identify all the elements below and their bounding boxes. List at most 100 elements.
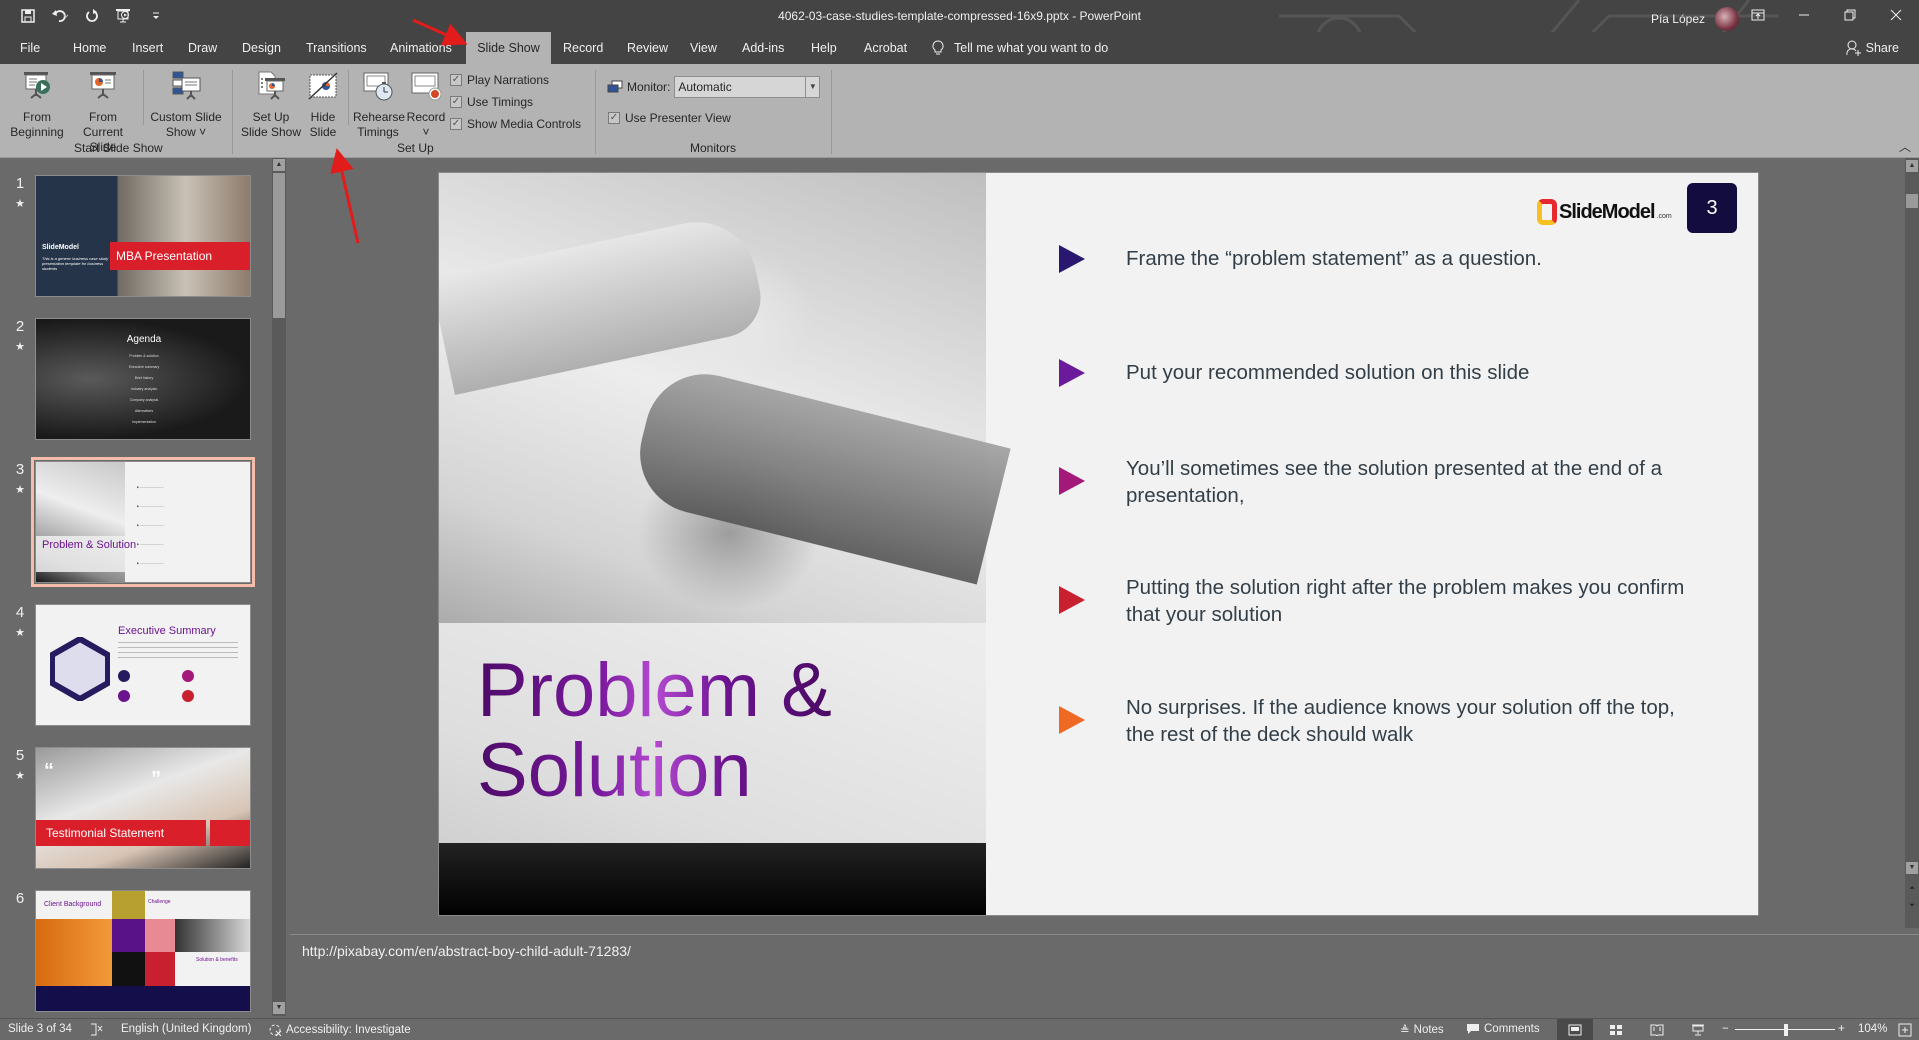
checkbox-checked-icon: ✓ xyxy=(608,112,620,124)
use-timings-checkbox[interactable]: ✓ Use Timings xyxy=(450,95,533,109)
custom-slide-show-icon xyxy=(172,71,201,100)
thumb-title: Problem & Solution xyxy=(42,539,137,551)
show-media-controls-label: Show Media Controls xyxy=(467,117,582,131)
thumbnails-scrollbar[interactable]: ▲ ▼ xyxy=(272,158,286,1016)
rehearse-timings-button[interactable]: Rehearse Timings xyxy=(353,70,405,140)
tab-review[interactable]: Review xyxy=(617,32,678,64)
redo-icon[interactable] xyxy=(82,6,102,26)
from-beginning-button[interactable]: From Beginning xyxy=(8,70,66,140)
slide-title[interactable]: Problem & Solution xyxy=(477,651,832,811)
customize-qat-icon[interactable] xyxy=(146,6,166,26)
custom-slide-show-button[interactable]: Custom Slide Show ˅ xyxy=(150,70,222,140)
slide-thumbnail-4[interactable]: Executive Summary xyxy=(35,604,251,726)
zoom-out-button[interactable]: − xyxy=(1722,1023,1729,1035)
tab-transitions[interactable]: Transitions xyxy=(296,32,377,64)
user-account[interactable]: Pía López xyxy=(1651,7,1739,31)
accessibility-label: Accessibility: Investigate xyxy=(286,1024,411,1036)
tab-insert[interactable]: Insert xyxy=(122,32,173,64)
comments-label: Comments xyxy=(1484,1023,1540,1035)
comments-icon xyxy=(1467,1024,1479,1034)
scroll-up-icon[interactable]: ▲ xyxy=(1906,160,1918,172)
checkbox-checked-icon: ✓ xyxy=(450,96,462,108)
collapse-ribbon-icon[interactable]: ︿ xyxy=(1899,138,1911,155)
present-from-beginning-icon[interactable] xyxy=(114,6,134,26)
play-narrations-label: Play Narrations xyxy=(467,73,550,87)
rehearse-timings-icon xyxy=(363,72,393,101)
tab-add-ins[interactable]: Add-ins xyxy=(732,32,794,64)
thumb-title: Testimonial Statement xyxy=(36,820,206,846)
slide-thumbnail-6[interactable]: Client Background Challenge Solution & b… xyxy=(35,890,251,1012)
zoom-in-button[interactable]: + xyxy=(1838,1023,1845,1035)
hide-slide-label-1: Hide xyxy=(310,110,336,124)
tab-slide-show[interactable]: Slide Show xyxy=(466,32,551,64)
monitor-select[interactable]: Automatic ▼ xyxy=(674,76,821,98)
slide-title-line-1: Problem & xyxy=(477,648,832,733)
undo-icon[interactable] xyxy=(50,6,70,26)
scroll-thumb[interactable] xyxy=(1906,194,1918,208)
tab-view[interactable]: View xyxy=(680,32,727,64)
editor-scrollbar[interactable]: ▲ ▼ ⏶ ⏷ xyxy=(1905,158,1919,928)
tab-help[interactable]: Help xyxy=(801,32,847,64)
slide-thumbnail-3[interactable]: Problem & Solution ▶ ─────────── ▶ ──────… xyxy=(31,457,255,587)
tab-home[interactable]: Home xyxy=(63,32,116,64)
set-up-slide-show-button[interactable]: Set Up Slide Show xyxy=(240,70,302,140)
bullet-item[interactable]: No surprises. If the audience knows your… xyxy=(1059,696,1675,746)
normal-view-icon[interactable] xyxy=(1557,1019,1593,1040)
thumb-photo xyxy=(36,919,112,986)
tab-file[interactable]: File xyxy=(10,32,50,64)
accessibility-checker[interactable]: Accessibility: Investigate xyxy=(268,1023,411,1037)
slide-show-view-icon[interactable] xyxy=(1680,1019,1716,1040)
bullet-item[interactable]: Putting the solution right after the pro… xyxy=(1059,576,1684,626)
hide-slide-button[interactable]: Hide Slide xyxy=(306,70,340,140)
share-button[interactable]: Share xyxy=(1846,32,1899,64)
restore-icon[interactable] xyxy=(1827,0,1873,30)
next-slide-icon[interactable]: ⏷ xyxy=(1906,900,1918,912)
bullet-item[interactable]: Frame the “problem statement” as a quest… xyxy=(1059,243,1542,273)
zoom-slider-thumb[interactable] xyxy=(1783,1024,1788,1036)
slide-thumbnail-5[interactable]: “ ” Testimonial Statement xyxy=(35,747,251,869)
zoom-level[interactable]: 104% xyxy=(1858,1023,1887,1035)
ribbon-display-options-icon[interactable] xyxy=(1735,0,1781,30)
slide-counter[interactable]: Slide 3 of 34 xyxy=(8,1023,72,1035)
animation-star-icon: ★ xyxy=(15,627,25,639)
tab-record[interactable]: Record xyxy=(553,32,613,64)
tab-animations[interactable]: Animations xyxy=(380,32,462,64)
tab-design[interactable]: Design xyxy=(232,32,291,64)
chevron-down-icon[interactable]: ▼ xyxy=(805,77,819,97)
reading-view-icon[interactable] xyxy=(1639,1019,1675,1040)
scroll-down-icon[interactable]: ▼ xyxy=(273,1002,285,1014)
scroll-down-icon[interactable]: ▼ xyxy=(1906,862,1918,874)
slide-thumbnail-2[interactable]: Agenda Problem & solution Executive summ… xyxy=(35,318,251,440)
bullet-item[interactable]: Put your recommended solution on this sl… xyxy=(1059,357,1529,387)
use-presenter-view-checkbox[interactable]: ✓ Use Presenter View xyxy=(608,111,731,125)
scroll-thumb[interactable] xyxy=(273,173,285,318)
close-icon[interactable] xyxy=(1873,0,1919,30)
comments-button[interactable]: Comments xyxy=(1466,1023,1540,1035)
bullet-item[interactable]: You’ll sometimes see the solution presen… xyxy=(1059,457,1662,507)
minimize-icon[interactable] xyxy=(1781,0,1827,30)
window-controls xyxy=(1735,0,1919,30)
notes-divider[interactable] xyxy=(290,934,1919,935)
tell-me-search[interactable]: Tell me what you want to do xyxy=(932,32,1108,64)
photo-arm-shape xyxy=(627,361,1011,585)
language-indicator[interactable]: English (United Kingdom) xyxy=(121,1023,251,1035)
thumb-tile xyxy=(112,952,145,986)
photo-arm-shape xyxy=(439,211,768,395)
tab-draw[interactable]: Draw xyxy=(178,32,227,64)
record-button[interactable]: Record ˅ xyxy=(405,70,447,140)
play-narrations-checkbox[interactable]: ✓ Play Narrations xyxy=(450,73,549,87)
slide-sorter-view-icon[interactable] xyxy=(1598,1019,1634,1040)
previous-slide-icon[interactable]: ⏶ xyxy=(1906,883,1918,895)
fit-slide-icon[interactable] xyxy=(1898,1023,1912,1037)
agenda-item: Alternatives xyxy=(134,409,154,413)
current-slide[interactable]: Problem & Solution SlideModel .com 3 Fra… xyxy=(438,172,1759,916)
spelling-check-icon[interactable] xyxy=(90,1023,104,1036)
save-icon[interactable] xyxy=(18,6,38,26)
tab-acrobat[interactable]: Acrobat xyxy=(854,32,917,64)
slide-thumbnail-1[interactable]: SlideModel This is a generic business ca… xyxy=(35,175,251,297)
thumb-hexagon xyxy=(50,637,110,701)
speaker-notes[interactable]: http://pixabay.com/en/abstract-boy-child… xyxy=(302,943,631,959)
notes-button[interactable]: ≜ Notes xyxy=(1400,1023,1444,1037)
show-media-controls-checkbox[interactable]: ✓ Show Media Controls xyxy=(450,117,581,131)
scroll-up-icon[interactable]: ▲ xyxy=(273,159,285,171)
